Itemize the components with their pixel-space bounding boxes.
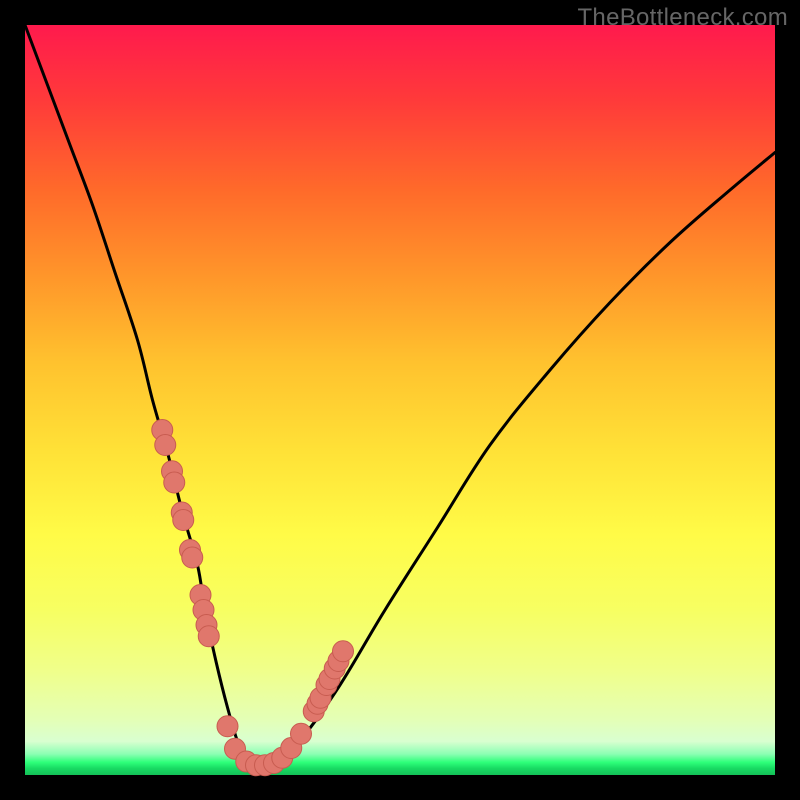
data-point bbox=[173, 510, 194, 531]
bottleneck-curve bbox=[25, 25, 775, 771]
watermark-label: TheBottleneck.com bbox=[577, 4, 788, 32]
data-point bbox=[333, 641, 354, 662]
data-point bbox=[155, 435, 176, 456]
data-point bbox=[164, 472, 185, 493]
data-point bbox=[198, 626, 219, 647]
data-point bbox=[291, 723, 312, 744]
data-point bbox=[217, 716, 238, 737]
plot-area bbox=[25, 25, 775, 775]
data-point bbox=[182, 547, 203, 568]
points-layer bbox=[152, 420, 354, 776]
curve-layer bbox=[25, 25, 775, 771]
chart-svg bbox=[25, 25, 775, 775]
chart-frame: TheBottleneck.com bbox=[0, 0, 800, 800]
